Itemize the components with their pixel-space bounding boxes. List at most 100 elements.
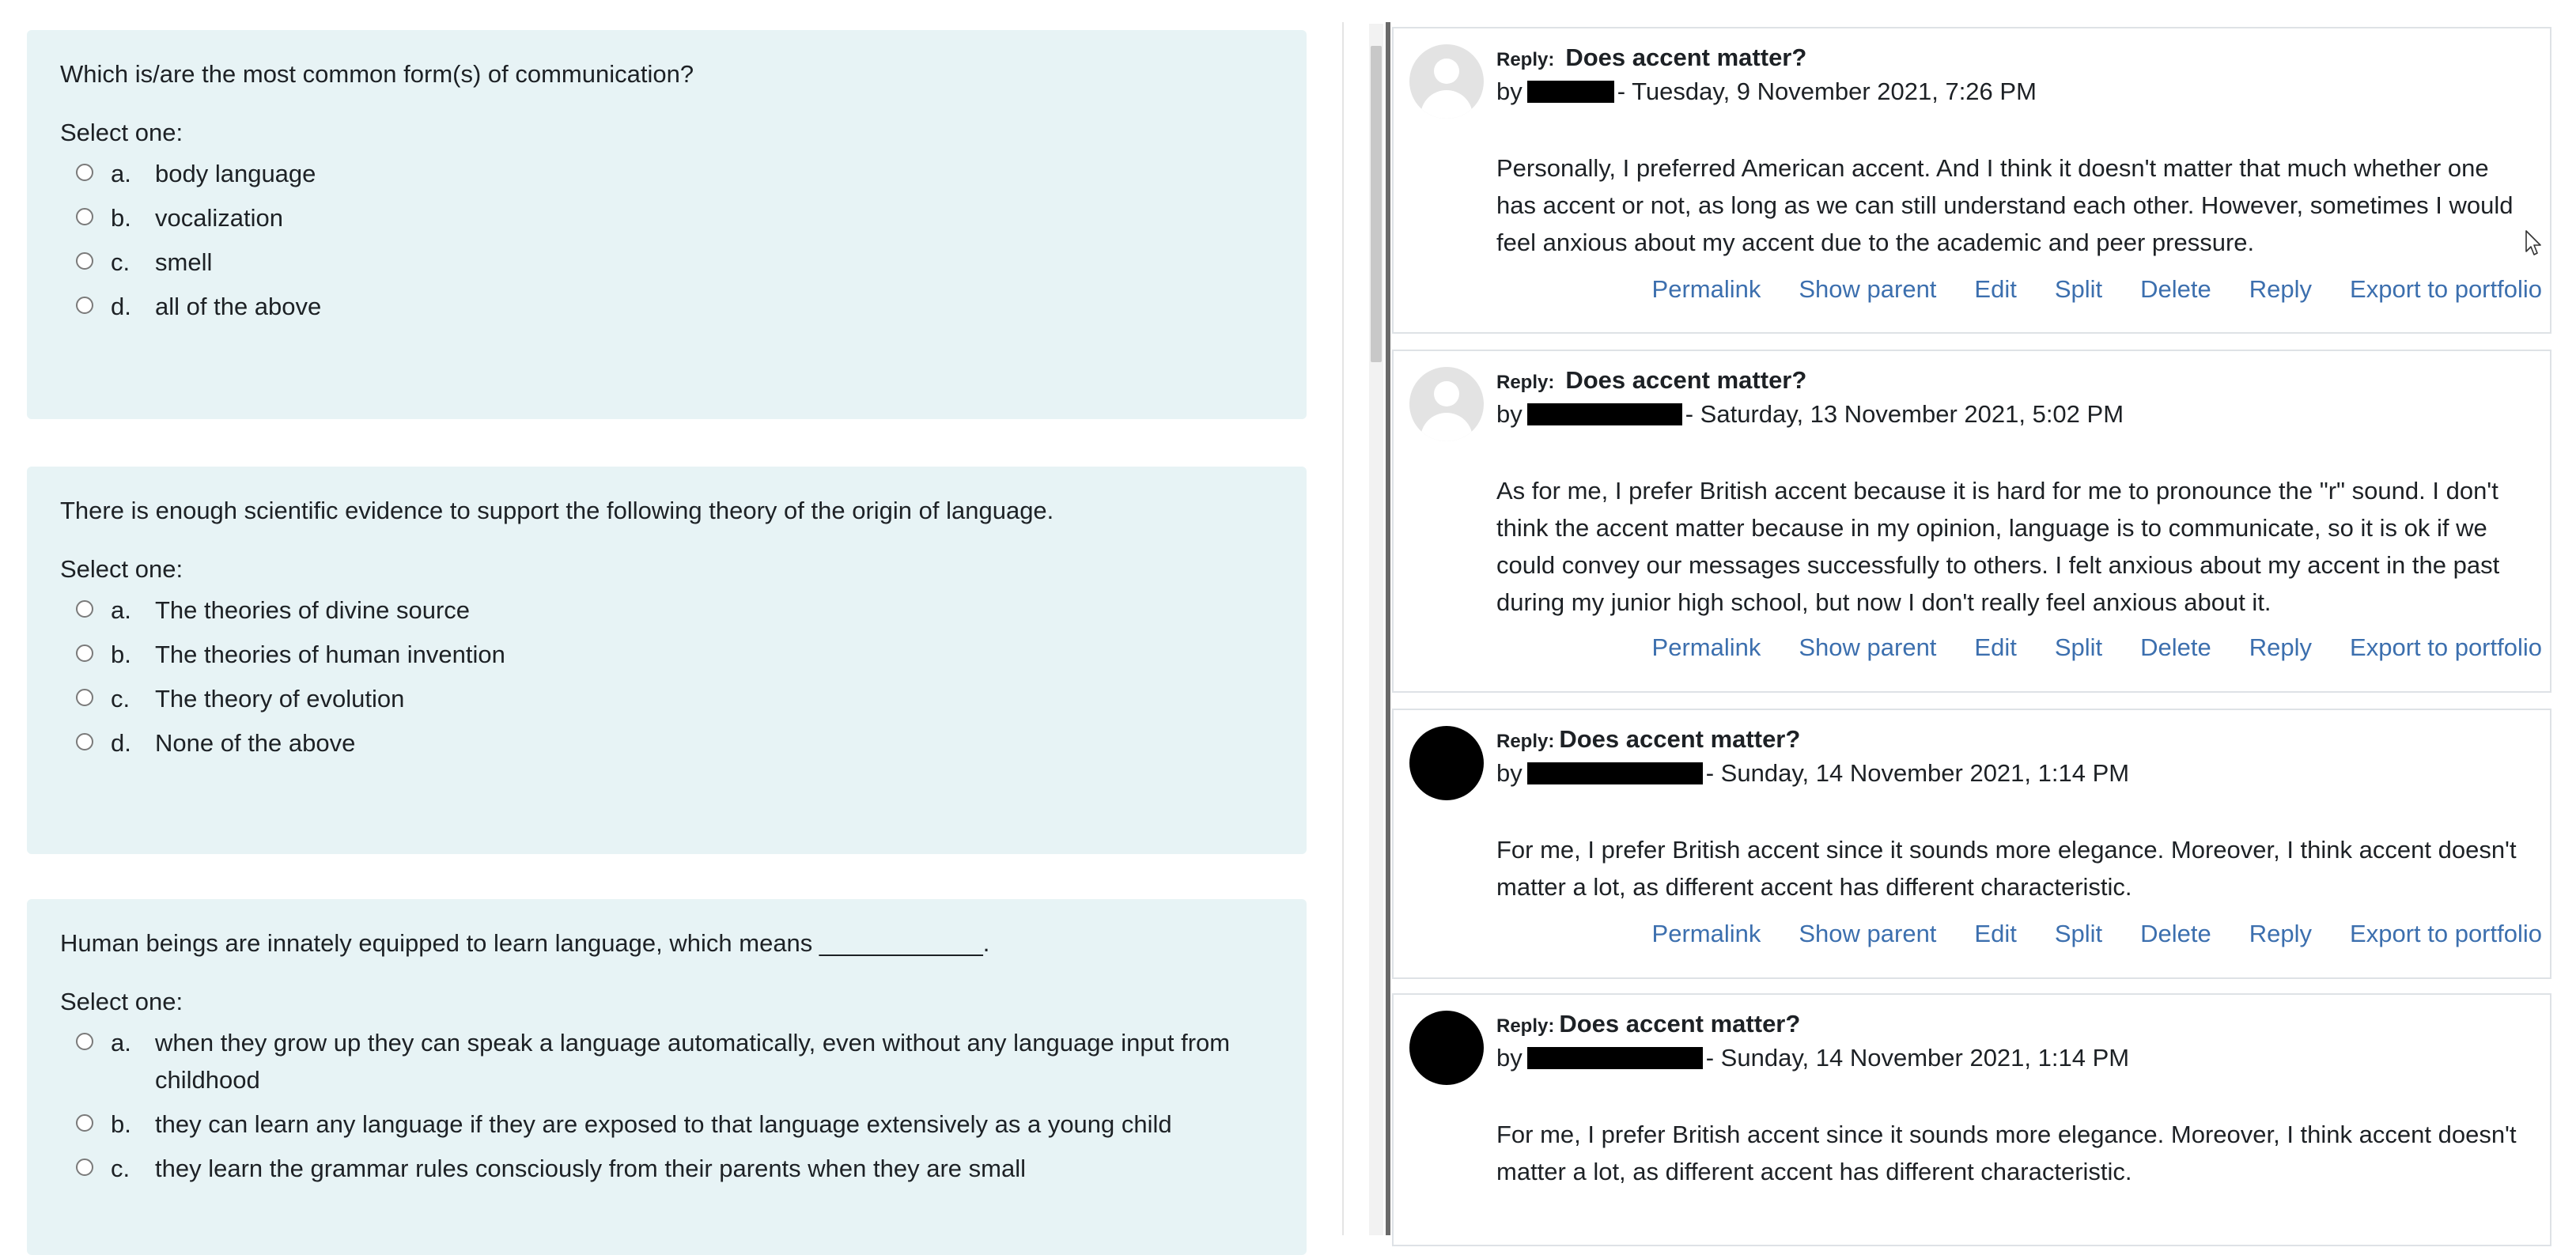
radio-button[interactable] bbox=[76, 208, 93, 225]
radio-button[interactable] bbox=[76, 1114, 93, 1132]
radio-button[interactable] bbox=[76, 600, 93, 618]
reply-label: Reply: bbox=[1496, 49, 1555, 70]
export-to-portfolio-link[interactable]: Export to portfolio bbox=[2350, 920, 2542, 947]
select-one-label: Select one: bbox=[60, 988, 183, 1015]
black-avatar[interactable] bbox=[1409, 726, 1484, 800]
radio-button[interactable] bbox=[76, 252, 93, 270]
radio-button[interactable] bbox=[76, 733, 93, 750]
split-link[interactable]: Split bbox=[2055, 920, 2102, 947]
post-body: As for me, I prefer British accent becau… bbox=[1496, 477, 2500, 616]
answer-option[interactable]: b. The theories of human invention bbox=[60, 636, 1273, 673]
post-date: - Sunday, 14 November 2021, 1:14 PM bbox=[1705, 1044, 2130, 1072]
answer-option[interactable]: c. smell bbox=[60, 244, 1273, 281]
show-parent-link[interactable]: Show parent bbox=[1799, 920, 1936, 947]
option-text: when they grow up they can speak a langu… bbox=[155, 1029, 1231, 1094]
post-subject: Reply: Does accent matter? bbox=[1496, 723, 1800, 758]
option-letter: b. bbox=[111, 204, 131, 232]
edit-link[interactable]: Edit bbox=[1974, 920, 2016, 947]
radio-button[interactable] bbox=[76, 1159, 93, 1176]
post-subject: Reply: Does accent matter? bbox=[1496, 41, 1806, 77]
option-text: The theory of evolution bbox=[155, 685, 405, 713]
post-body: Personally, I preferred American accent.… bbox=[1496, 154, 2514, 256]
option-text: they can learn any language if they are … bbox=[155, 1110, 1172, 1138]
post-commands: Permalink Show parent Edit Split Delete Reply… bbox=[1614, 273, 2542, 306]
question-text: Human beings are innately equipped to le… bbox=[60, 929, 990, 957]
option-letter: d. bbox=[111, 293, 131, 320]
delete-link[interactable]: Delete bbox=[2140, 275, 2211, 303]
option-letter: c. bbox=[111, 1155, 131, 1182]
reply-label: Reply: bbox=[1496, 731, 1555, 752]
answer-option[interactable]: a. body language bbox=[60, 155, 1273, 192]
post-subject: Reply: Does accent matter? bbox=[1496, 1007, 1800, 1043]
by-label: by bbox=[1496, 77, 1523, 105]
option-letter: d. bbox=[111, 729, 131, 757]
reply-link[interactable]: Reply bbox=[2249, 920, 2312, 947]
post-date: - Saturday, 13 November 2021, 5:02 PM bbox=[1685, 400, 2124, 428]
mouse-cursor-icon bbox=[2525, 230, 2541, 255]
option-letter: a. bbox=[111, 596, 131, 624]
quiz-panel: Which is/are the most common form(s) of … bbox=[0, 0, 1345, 1255]
answer-option[interactable]: b. vocalization bbox=[60, 199, 1273, 236]
permalink-link[interactable]: Permalink bbox=[1652, 920, 1761, 947]
radio-button[interactable] bbox=[76, 164, 93, 181]
reply-label: Reply: bbox=[1496, 1015, 1555, 1037]
subject-text: Does accent matter? bbox=[1565, 366, 1807, 394]
option-letter: c. bbox=[111, 685, 131, 713]
panel-divider bbox=[1342, 22, 1344, 1235]
question-text: There is enough scientific evidence to s… bbox=[60, 497, 1054, 524]
reply-link[interactable]: Reply bbox=[2249, 633, 2312, 661]
post-byline: by - Tuesday, 9 November 2021, 7:26 PM bbox=[1496, 75, 2037, 108]
answer-option[interactable]: a. when they grow up they can speak a la… bbox=[60, 1024, 1273, 1098]
forum-post: Reply: Does accent matter? by - Tuesday, 9… bbox=[1392, 27, 2551, 334]
question-card-2: There is enough scientific evidence to s… bbox=[27, 467, 1307, 854]
answer-option[interactable]: c. they learn the grammar rules consciou… bbox=[60, 1150, 1273, 1187]
redacted-author-name bbox=[1526, 762, 1703, 784]
show-parent-link[interactable]: Show parent bbox=[1799, 275, 1936, 303]
post-subject: Reply: Does accent matter? bbox=[1496, 364, 1806, 399]
edit-link[interactable]: Edit bbox=[1974, 275, 2016, 303]
option-letter: c. bbox=[111, 248, 131, 276]
edit-link[interactable]: Edit bbox=[1974, 633, 2016, 661]
delete-link[interactable]: Delete bbox=[2140, 633, 2211, 661]
radio-button[interactable] bbox=[76, 689, 93, 706]
black-avatar[interactable] bbox=[1409, 1011, 1484, 1085]
scrollbar-thumb[interactable] bbox=[1371, 46, 1382, 362]
split-link[interactable]: Split bbox=[2055, 633, 2102, 661]
post-commands: Permalink Show parent Edit Split Delete Reply… bbox=[1614, 917, 2542, 951]
redacted-author-name bbox=[1526, 81, 1614, 103]
answer-option[interactable]: a. The theories of divine source bbox=[60, 592, 1273, 629]
option-text: None of the above bbox=[155, 729, 356, 757]
answer-option[interactable]: b. they can learn any language if they a… bbox=[60, 1106, 1273, 1143]
export-to-portfolio-link[interactable]: Export to portfolio bbox=[2350, 275, 2542, 303]
radio-button[interactable] bbox=[76, 297, 93, 314]
option-letter: a. bbox=[111, 160, 131, 187]
question-text: Which is/are the most common form(s) of … bbox=[60, 60, 694, 88]
permalink-link[interactable]: Permalink bbox=[1652, 275, 1761, 303]
answer-option[interactable]: d. all of the above bbox=[60, 288, 1273, 325]
radio-button[interactable] bbox=[76, 645, 93, 662]
subject-text: Does accent matter? bbox=[1565, 43, 1807, 71]
export-to-portfolio-link[interactable]: Export to portfolio bbox=[2350, 633, 2542, 661]
select-one-label: Select one: bbox=[60, 555, 183, 583]
by-label: by bbox=[1496, 1044, 1523, 1072]
reply-link[interactable]: Reply bbox=[2249, 275, 2312, 303]
split-link[interactable]: Split bbox=[2055, 275, 2102, 303]
default-user-icon[interactable] bbox=[1409, 367, 1484, 441]
default-user-icon[interactable] bbox=[1409, 44, 1484, 119]
answer-option[interactable]: d. None of the above bbox=[60, 724, 1273, 762]
option-text: body language bbox=[155, 160, 316, 187]
radio-button[interactable] bbox=[76, 1033, 93, 1050]
post-date: - Sunday, 14 November 2021, 1:14 PM bbox=[1705, 759, 2130, 787]
question-card-1: Which is/are the most common form(s) of … bbox=[27, 30, 1307, 419]
option-text: The theories of divine source bbox=[155, 596, 471, 624]
delete-link[interactable]: Delete bbox=[2140, 920, 2211, 947]
show-parent-link[interactable]: Show parent bbox=[1799, 633, 1936, 661]
option-text: vocalization bbox=[155, 204, 283, 232]
post-byline: by - Sunday, 14 November 2021, 1:14 PM bbox=[1496, 1041, 2129, 1075]
post-body: For me, I prefer British accent since it… bbox=[1496, 1121, 2517, 1185]
forum-post: Reply: Does accent matter? by - Sunday, 14… bbox=[1392, 993, 2551, 1246]
answer-option[interactable]: c. The theory of evolution bbox=[60, 680, 1273, 717]
permalink-link[interactable]: Permalink bbox=[1652, 633, 1761, 661]
option-text: The theories of human invention bbox=[155, 641, 505, 668]
forum-post: Reply: Does accent matter? by - Sunday, 14… bbox=[1392, 709, 2551, 979]
